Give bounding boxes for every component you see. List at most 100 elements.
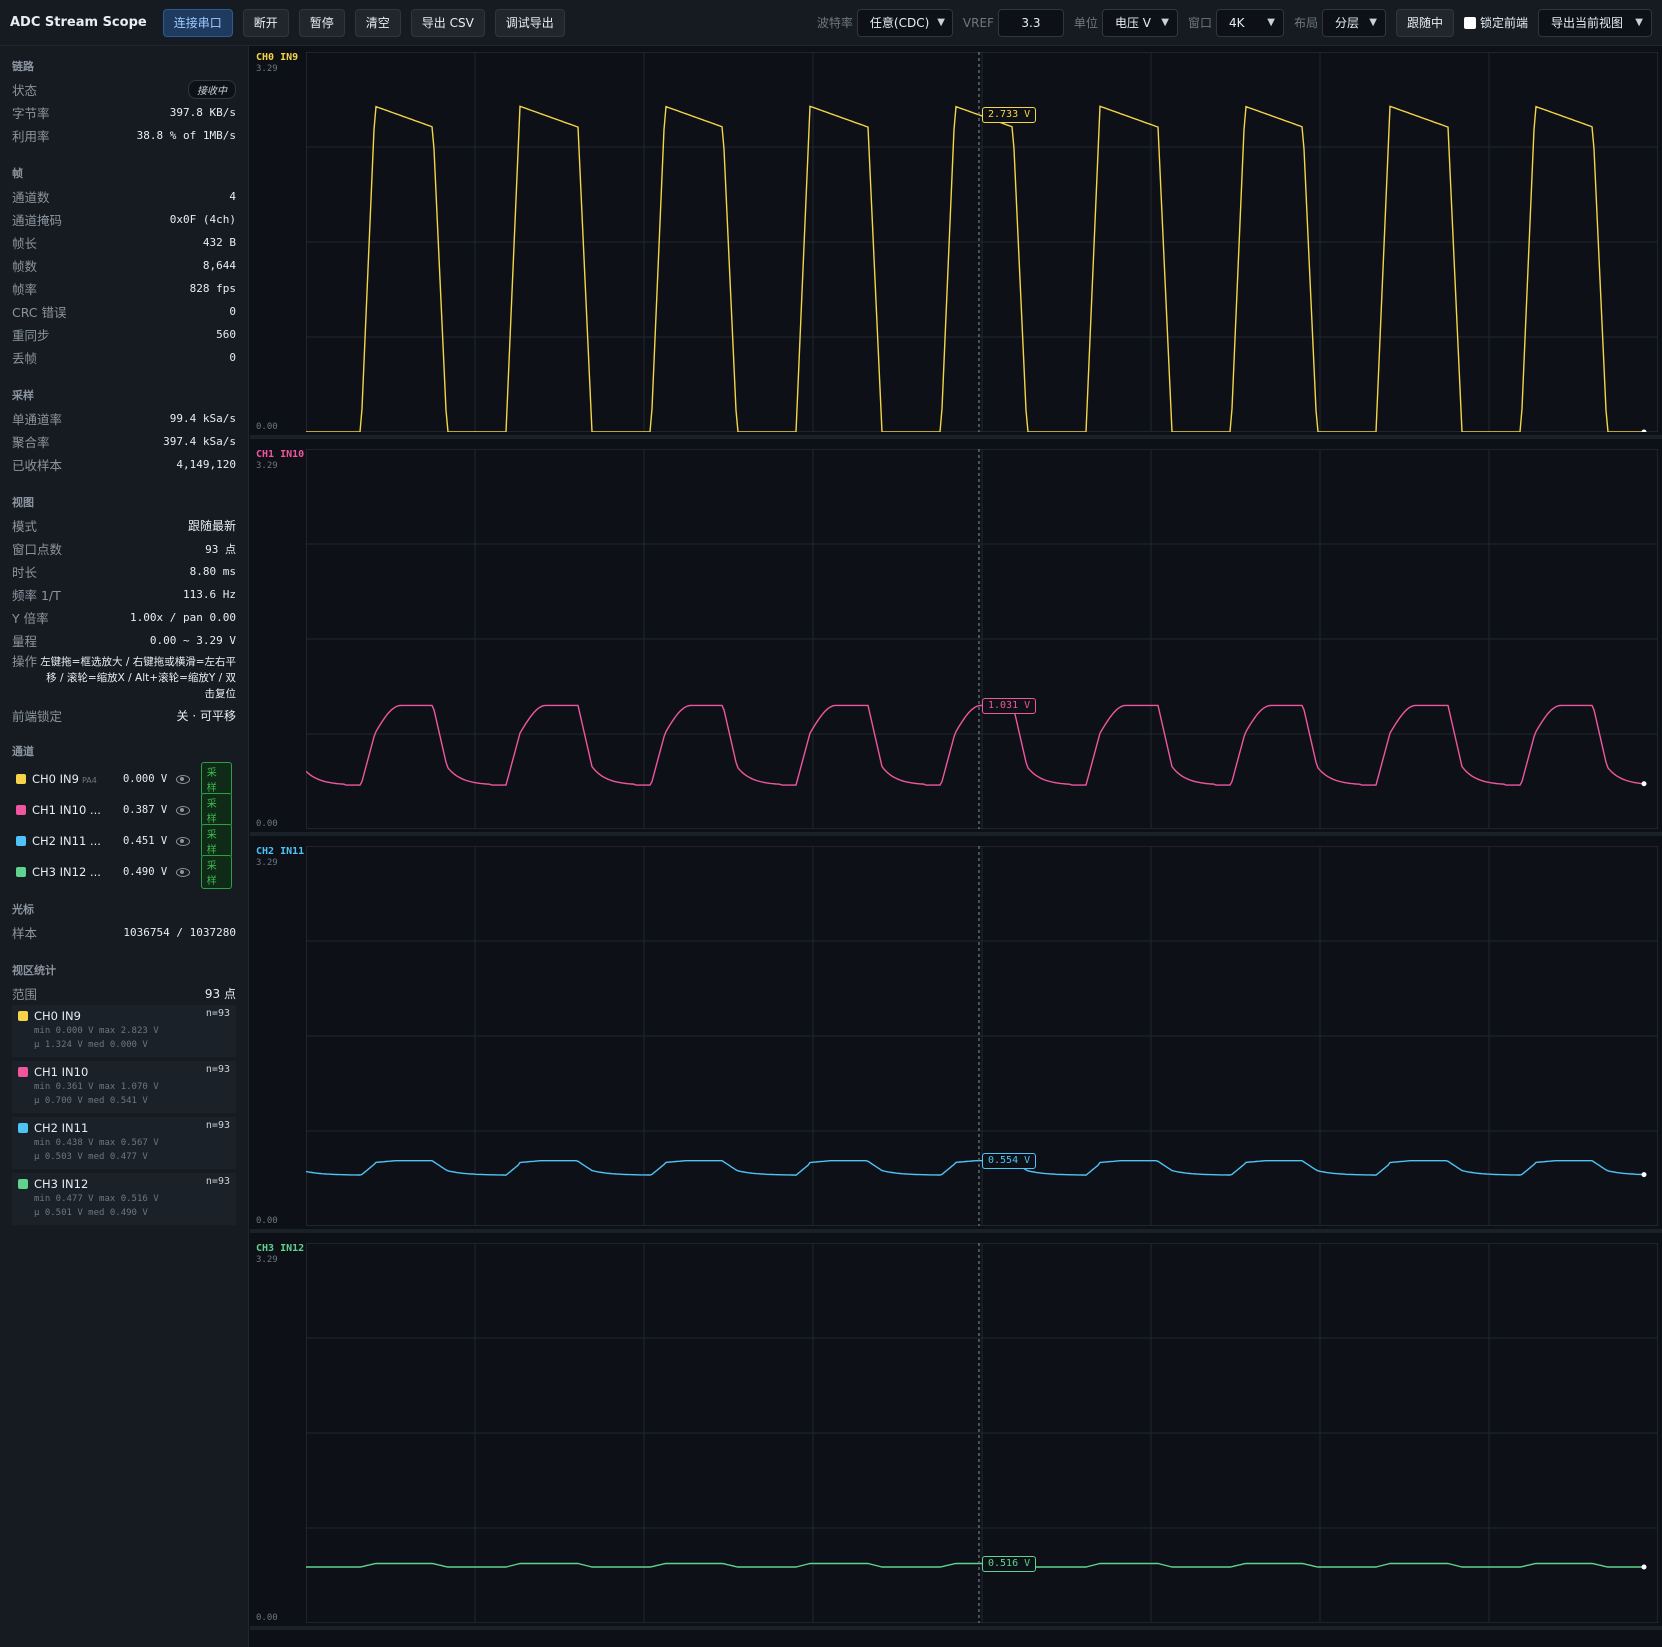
stat-row: 帧长 432 B [12,231,236,254]
vref-input[interactable] [997,8,1064,37]
row-value: 8.80 ms [189,565,236,578]
export-view-select[interactable]: 导出当前视图 ▼ [1538,8,1652,37]
eye-icon[interactable] [175,835,191,847]
row-key: 单通道率 [12,412,63,427]
section-title-sampling: 采样 [12,389,34,402]
layout-label: 布局 [1293,16,1318,30]
plot-panel-ch3[interactable]: CH3 IN12 3.29 0.00 0.516 V [250,1237,1662,1630]
section-title-frame: 帧 [12,167,23,180]
y-max-label: 3.29 [256,1255,278,1265]
channel-color-swatch [18,1011,28,1021]
row-key: 帧率 [12,282,38,297]
row-key: 量程 [12,634,38,649]
stat-row: 利用率 38.8 % of 1MB/s [12,124,236,147]
stat-minmax: min 0.438 V max 0.567 V [34,1138,159,1148]
plot-panel-ch2[interactable]: CH2 IN11 3.29 0.00 0.554 V [250,840,1662,1233]
channel-name-text: CH3 IN12 ... [32,864,101,879]
sample-toggle-button[interactable]: 采样 [200,792,232,827]
cursor-value-tag: 2.733 V [982,106,1037,123]
channel-name-text: CH1 IN10 ... [32,802,101,817]
stat-title: CH1 IN10 [18,1064,230,1080]
waveform-plot[interactable] [306,449,1658,829]
window-select[interactable]: 4K ▼ [1215,8,1284,37]
channel-color-swatch [18,1067,28,1077]
stat-row: CRC 错误 0 [12,300,236,323]
stat-count: n=93 [205,1008,230,1019]
row-key: 状态 [12,83,38,98]
clear-button[interactable]: 清空 [354,8,401,37]
stat-row: 通道数 4 [12,185,236,208]
plot-channel-label: CH3 IN12 [256,1243,305,1254]
stat-row: 丢帧 0 [12,346,236,369]
latest-sample-dot [1641,1172,1647,1178]
row-key: 聚合率 [12,435,50,450]
ops-key: 操作 [12,654,38,669]
row-value: 0 [229,351,236,364]
plot-area[interactable]: CH0 IN9 3.29 0.00 2.733 V CH1 IN10 3.29 0.00 1.… [250,46,1662,1647]
export-csv-button[interactable]: 导出 CSV [410,8,485,37]
channel-name: CH2 IN11 ... [32,834,113,848]
row-key: 频率 1/T [12,588,61,603]
section-title-view: 视图 [12,496,34,509]
channel-row[interactable]: CH3 IN12 ... 0.490 V 采样 [12,854,236,889]
ops-text: 左键拖=框选放大 / 右键拖或横滑=左右平移 / 滚轮=缩放X / Alt+滚轮… [40,656,236,700]
row-value: 560 [216,328,236,341]
export-view-label: 导出当前视图 [1551,16,1624,30]
stat-mean-median: μ 0.700 V med 0.541 V [34,1096,148,1106]
unit-select[interactable]: 电压 V ▼ [1101,8,1178,37]
row-key: 重同步 [12,328,50,343]
channel-value: 0.387 V [122,803,168,816]
waveform-plot[interactable] [306,846,1658,1226]
stat-row: 频率 1/T 113.6 Hz [12,583,236,606]
unit-value: 电压 V [1114,16,1151,30]
row-value: 397.8 KB/s [169,106,236,119]
sample-toggle-button[interactable]: 采样 [200,823,232,858]
sample-toggle-button[interactable]: 采样 [200,854,232,889]
row-key: 窗口点数 [12,542,63,557]
row-key: 模式 [12,519,38,534]
layout-select[interactable]: 分层 ▼ [1321,8,1386,37]
y-min-label: 0.00 [256,422,278,432]
chevron-down-icon: ▼ [1369,17,1377,28]
stat-title: CH3 IN12 [18,1176,230,1192]
eye-icon[interactable] [175,866,191,878]
eye-icon[interactable] [175,804,191,816]
channel-row[interactable]: CH2 IN11 ... 0.451 V 采样 [12,823,236,858]
channel-row[interactable]: CH1 IN10 ... 0.387 V 采样 [12,792,236,827]
lock-checkbox[interactable] [1463,16,1476,29]
row-key: 时长 [12,565,38,580]
plot-panel-ch0[interactable]: CH0 IN9 3.29 0.00 2.733 V [250,46,1662,439]
channel-stat-card: CH3 IN12 n=93 min 0.477 V max 0.516 V μ 0.5… [12,1173,236,1225]
row-value: 93 点 [205,542,236,556]
stat-mean-median: μ 0.503 V med 0.477 V [34,1152,148,1162]
stat-channel-name: CH2 IN11 [34,1121,89,1135]
follow-button[interactable]: 跟随中 [1395,8,1454,37]
channel-stat-card: CH1 IN10 n=93 min 0.361 V max 1.070 V μ 0.7… [12,1061,236,1113]
channel-name: CH1 IN10 ... [32,803,113,817]
window-value: 4K [1228,15,1245,30]
baud-select[interactable]: 任意(CDC) ▼ [856,8,953,37]
row-value: 432 B [202,236,236,249]
row-value: 0x0F (4ch) [169,213,236,226]
sample-toggle-button[interactable]: 采样 [200,761,232,796]
channel-name-text: CH2 IN11 ... [32,833,101,848]
stat-mean-median: μ 1.324 V med 0.000 V [34,1040,148,1050]
row-key: 利用率 [12,129,50,144]
pause-button[interactable]: 暂停 [298,8,345,37]
row-key: 通道掩码 [12,213,63,228]
eye-icon[interactable] [175,773,191,785]
connect-serial-button[interactable]: 连接串口 [162,8,233,37]
row-value: 828 fps [189,282,236,295]
plot-panel-ch1[interactable]: CH1 IN10 3.29 0.00 1.031 V [250,443,1662,836]
stat-row: 通道掩码 0x0F (4ch) [12,208,236,231]
channel-stat-card: CH0 IN9 n=93 min 0.000 V max 2.823 V μ 1.32… [12,1005,236,1057]
row-value: 8,644 [202,259,236,272]
row-value: 113.6 Hz [183,588,236,601]
disconnect-button[interactable]: 断开 [242,8,289,37]
lock-frontend-toggle[interactable]: 锁定前端 [1463,14,1528,31]
channel-color-swatch [16,773,26,784]
debug-export-button[interactable]: 调试导出 [494,8,565,37]
section-title-link: 链路 [12,60,34,73]
channel-name-text: CH0 IN9 [32,771,79,786]
channel-row[interactable]: CH0 IN9 PA4 0.000 V 采样 [12,761,236,796]
